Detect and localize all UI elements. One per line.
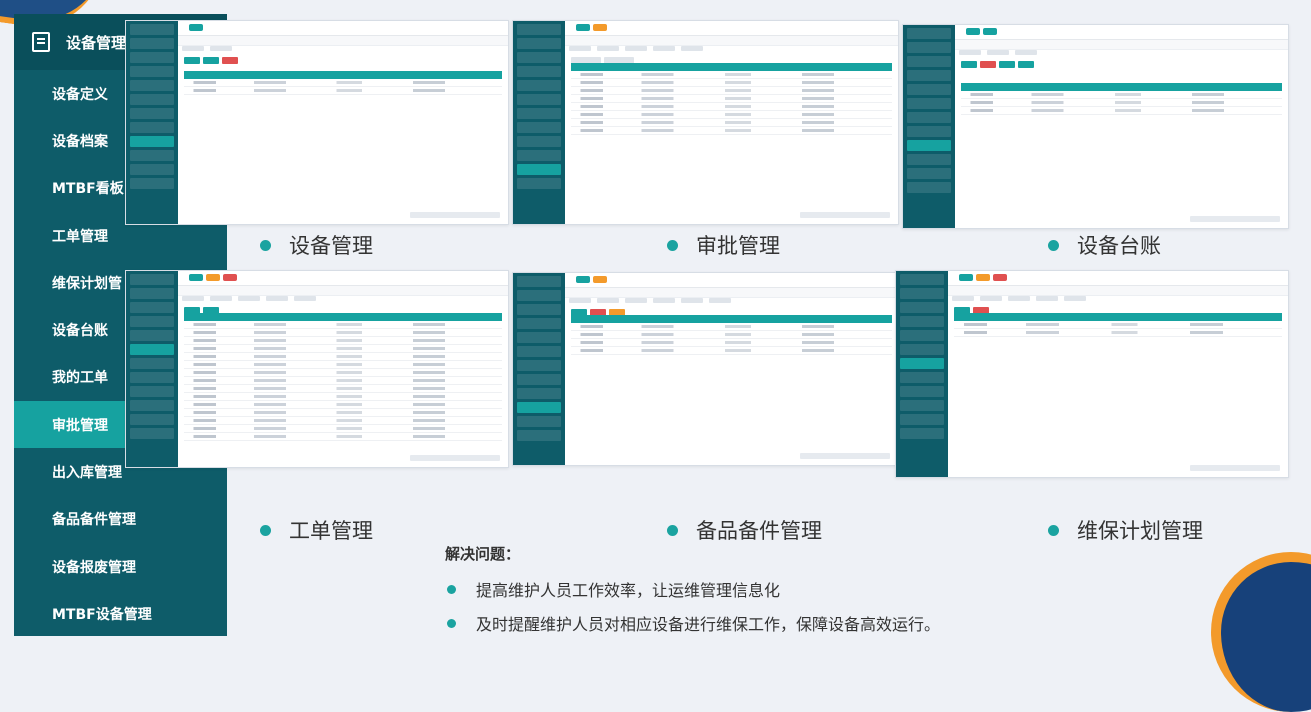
bullet-dot-icon bbox=[667, 239, 678, 251]
thumb-topbar bbox=[178, 271, 508, 286]
thumb-pager bbox=[410, 455, 500, 461]
thumb-sidebar bbox=[513, 273, 565, 465]
thumb-table-header bbox=[184, 71, 502, 79]
bullet-dot-icon bbox=[447, 584, 456, 594]
caption-label: 审批管理 bbox=[696, 234, 780, 258]
problem-item: 及时提醒维护人员对相应设备进行维保工作，保障设备高效运行。 bbox=[447, 611, 940, 635]
problem-text: 及时提醒维护人员对相应设备进行维保工作，保障设备高效运行。 bbox=[476, 615, 941, 634]
thumb-topbar bbox=[178, 21, 508, 36]
thumb-toolbar bbox=[961, 53, 1037, 68]
thumb-pager bbox=[410, 212, 500, 218]
thumb-table-header bbox=[961, 83, 1282, 91]
sidebar-item-label: 设备定义 bbox=[52, 86, 108, 103]
thumb-table-header bbox=[954, 313, 1282, 321]
sidebar-item-label: 备品备件管理 bbox=[52, 512, 136, 529]
bullet-dot-icon bbox=[260, 239, 271, 251]
thumb-tabs bbox=[565, 288, 898, 303]
screenshot-maintenance-plan bbox=[895, 270, 1289, 478]
thumb-table-header bbox=[184, 313, 502, 321]
screenshot-work-order-management bbox=[125, 270, 509, 468]
thumb-toolbar bbox=[184, 299, 222, 314]
sidebar-item-label: MTBF看板 bbox=[52, 181, 124, 198]
problem-item: 提高维护人员工作效率，让运维管理信息化 bbox=[447, 577, 780, 601]
thumb-table-rows bbox=[961, 91, 1282, 115]
screenshot-approval-management bbox=[512, 20, 899, 225]
thumb-table-rows bbox=[571, 71, 892, 135]
bullet-dot-icon bbox=[447, 618, 456, 628]
sidebar-item-scrap[interactable]: 设备报废管理 bbox=[14, 543, 227, 590]
sidebar-header-label: 设备管理 bbox=[66, 33, 127, 52]
corner-decoration-bottom-right bbox=[1211, 552, 1311, 712]
thumb-table-header bbox=[571, 63, 892, 71]
sidebar-item-mtbf-device[interactable]: MTBF设备管理 bbox=[14, 590, 227, 636]
caption-spare-parts-management: 备品备件管理 bbox=[667, 515, 822, 545]
sidebar-item-label: 设备台账 bbox=[52, 323, 108, 340]
thumb-tabs bbox=[955, 40, 1288, 55]
thumb-sidebar bbox=[126, 21, 178, 224]
thumb-toolbar bbox=[954, 299, 992, 314]
screenshot-device-ledger bbox=[902, 24, 1289, 229]
sidebar-item-label: 工单管理 bbox=[52, 228, 108, 245]
sidebar-item-spare-parts[interactable]: 备品备件管理 bbox=[14, 496, 227, 543]
thumb-pager bbox=[1190, 216, 1280, 222]
thumb-table-rows bbox=[571, 323, 892, 355]
caption-label: 设备台账 bbox=[1077, 234, 1161, 258]
caption-label: 设备管理 bbox=[289, 234, 373, 258]
thumb-tabs bbox=[948, 286, 1288, 301]
bullet-dot-icon bbox=[667, 524, 678, 536]
caption-label: 工单管理 bbox=[289, 519, 373, 543]
thumb-pager bbox=[800, 212, 890, 218]
thumb-tabs bbox=[178, 36, 508, 51]
thumb-table-rows bbox=[184, 79, 502, 95]
caption-approval-management: 审批管理 bbox=[667, 230, 780, 260]
caption-device-management: 设备管理 bbox=[260, 230, 373, 260]
thumb-sidebar bbox=[896, 271, 948, 477]
caption-maintenance-plan: 维保计划管理 bbox=[1048, 515, 1203, 545]
thumb-topbar bbox=[565, 273, 898, 288]
thumb-sidebar bbox=[126, 271, 178, 467]
device-management-icon bbox=[32, 32, 50, 52]
thumb-sidebar bbox=[513, 21, 565, 224]
sidebar-item-label: 出入库管理 bbox=[52, 465, 122, 482]
caption-work-order-management: 工单管理 bbox=[260, 515, 373, 545]
sidebar-item-label: 我的工单 bbox=[52, 370, 108, 387]
thumb-table-header bbox=[571, 315, 892, 323]
caption-label: 备品备件管理 bbox=[696, 519, 822, 543]
thumb-tabs bbox=[565, 36, 898, 51]
bullet-dot-icon bbox=[1048, 524, 1059, 536]
caption-device-ledger: 设备台账 bbox=[1048, 230, 1161, 260]
sidebar-item-label: 设备档案 bbox=[52, 133, 108, 150]
problem-text: 提高维护人员工作效率，让运维管理信息化 bbox=[476, 581, 781, 600]
thumb-toolbar bbox=[184, 49, 241, 64]
thumb-pager bbox=[1190, 465, 1280, 471]
thumb-topbar bbox=[565, 21, 898, 36]
bullet-dot-icon bbox=[1048, 239, 1059, 251]
bullet-dot-icon bbox=[260, 524, 271, 536]
sidebar-item-label: 设备报废管理 bbox=[52, 559, 136, 576]
screenshot-spare-parts-management bbox=[512, 272, 899, 466]
problems-title: 解决问题： bbox=[445, 545, 521, 563]
thumb-toolbar bbox=[571, 301, 628, 316]
thumb-table-rows bbox=[954, 321, 1282, 337]
caption-label: 维保计划管理 bbox=[1077, 519, 1203, 543]
screenshot-device-management bbox=[125, 20, 509, 225]
thumb-topbar bbox=[955, 25, 1288, 40]
thumb-pager bbox=[800, 453, 890, 459]
thumb-table-rows bbox=[184, 321, 502, 441]
sidebar-item-label: 审批管理 bbox=[52, 417, 108, 434]
sidebar-item-label: 维保计划管 bbox=[52, 275, 122, 292]
thumb-topbar bbox=[948, 271, 1288, 286]
sidebar-item-label: MTBF设备管理 bbox=[52, 606, 152, 623]
thumb-toolbar bbox=[571, 49, 637, 64]
thumb-tabs bbox=[178, 286, 508, 301]
thumb-sidebar bbox=[903, 25, 955, 228]
